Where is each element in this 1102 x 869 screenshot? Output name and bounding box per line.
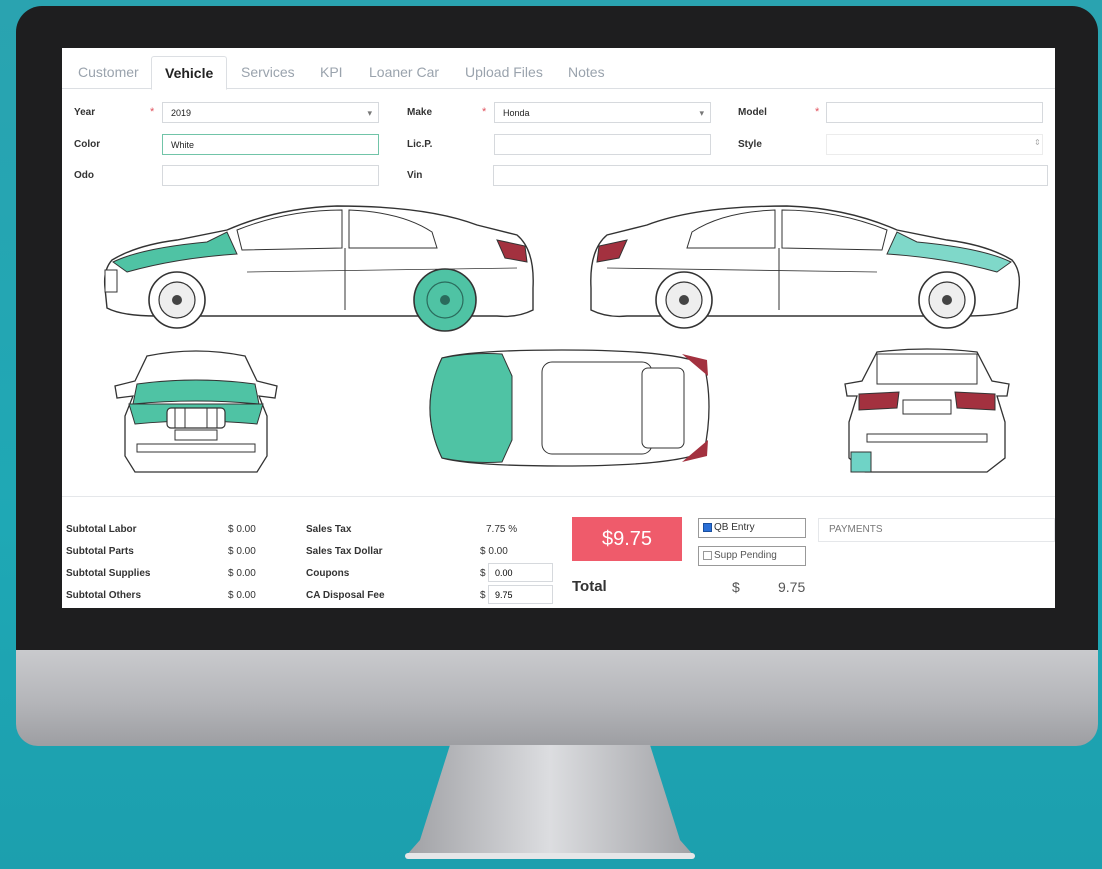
subtotal-others-value: $ 0.00 (228, 590, 256, 601)
ca-disposal-input[interactable]: 9.75 (488, 585, 553, 604)
coupons-input[interactable]: 0.00 (488, 563, 553, 582)
style-select[interactable] (826, 134, 1043, 155)
year-select[interactable]: 2019 (162, 102, 379, 124)
odo-input[interactable] (162, 165, 379, 186)
model-label: Model (738, 107, 767, 118)
subtotal-labor-value: $ 0.00 (228, 524, 256, 535)
coupons-label: Coupons (306, 568, 350, 579)
model-input[interactable] (826, 102, 1043, 123)
ca-disposal-label: CA Disposal Fee (306, 590, 385, 601)
odo-label: Odo (74, 170, 94, 181)
licp-label: Lic.P. (407, 139, 433, 150)
style-label: Style (738, 139, 762, 150)
sales-tax-label: Sales Tax (306, 524, 352, 535)
make-label: Make (407, 107, 433, 118)
supp-pending-checkbox[interactable]: Supp Pending (698, 546, 806, 566)
chevron-updown-icon: ⇕ (1034, 138, 1041, 147)
tab-kpi[interactable]: KPI (307, 56, 356, 88)
year-label: Year (74, 107, 96, 118)
tab-upload-files[interactable]: Upload Files (452, 56, 556, 88)
qb-entry-label: QB Entry (714, 522, 755, 533)
ca-disposal-currency: $ (480, 590, 486, 601)
subtotal-parts-value: $ 0.00 (228, 546, 256, 557)
licp-input[interactable] (494, 134, 711, 155)
coupons-currency: $ (480, 568, 486, 579)
car-front-diagram[interactable] (107, 346, 285, 476)
total-label: Total (572, 578, 607, 595)
required-mark: * (482, 106, 487, 118)
sales-tax-dollar-label: Sales Tax Dollar (306, 546, 383, 557)
required-mark: * (815, 106, 820, 118)
grand-total-badge: $9.75 (572, 517, 682, 561)
checkbox-checked-icon (703, 522, 712, 532)
vin-input[interactable] (493, 165, 1048, 186)
tab-services[interactable]: Services (228, 56, 308, 88)
total-value: 9.75 (778, 579, 806, 595)
total-currency: $ (732, 579, 740, 595)
payments-label: PAYMENTS (829, 524, 883, 535)
car-right-side-diagram[interactable] (587, 200, 1027, 332)
sales-tax-value: 7.75 % (486, 524, 518, 535)
subtotal-others-label: Subtotal Others (66, 590, 142, 601)
color-label: Color (74, 139, 101, 150)
make-select[interactable]: Honda (494, 102, 711, 124)
divider (62, 496, 1055, 497)
sales-tax-dollar-value: $ 0.00 (480, 546, 508, 557)
tab-customer[interactable]: Customer (65, 56, 152, 88)
vin-label: Vin (407, 170, 423, 181)
required-mark: * (150, 106, 155, 118)
subtotal-supplies-value: $ 0.00 (228, 568, 256, 579)
tab-notes[interactable]: Notes (555, 56, 618, 88)
subtotal-supplies-label: Subtotal Supplies (66, 568, 151, 579)
payments-panel[interactable]: PAYMENTS (818, 518, 1055, 542)
qb-entry-checkbox[interactable]: QB Entry (698, 518, 806, 538)
color-input[interactable]: White (162, 134, 379, 155)
subtotal-parts-label: Subtotal Parts (66, 546, 134, 557)
car-top-diagram[interactable] (412, 346, 717, 470)
tab-vehicle[interactable]: Vehicle (151, 56, 228, 90)
tab-loaner-car[interactable]: Loaner Car (356, 56, 452, 88)
car-rear-diagram[interactable] (837, 346, 1017, 476)
app-screen: Customer Vehicle Services KPI Loaner Car… (62, 48, 1055, 608)
monitor-chin (16, 650, 1098, 746)
car-left-side-diagram[interactable] (97, 200, 537, 332)
subtotal-labor-label: Subtotal Labor (66, 524, 137, 535)
monitor-stand (405, 745, 695, 859)
checkbox-unchecked-icon (703, 550, 712, 560)
supp-pending-label: Supp Pending (714, 550, 777, 561)
